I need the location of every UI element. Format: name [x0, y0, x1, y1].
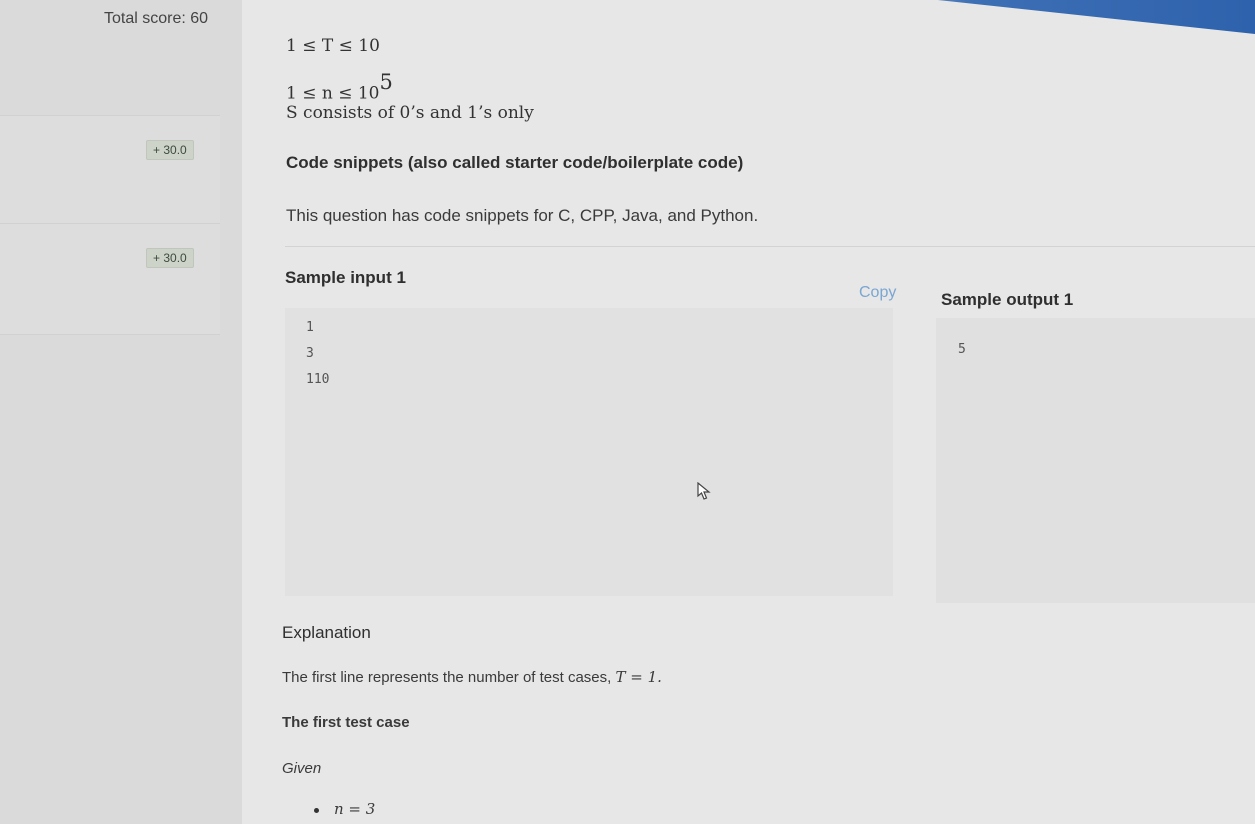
score-badge-2: + 30.0 [146, 248, 194, 268]
snippets-heading: Code snippets (also called starter code/… [286, 153, 744, 172]
mouse-cursor-icon [697, 481, 711, 505]
constraint-n: 1 ≤ n ≤ 105 [286, 70, 393, 104]
section-divider [285, 246, 1255, 247]
total-score: Total score: 60 [104, 10, 209, 27]
snippets-text: This question has code snippets for C, C… [286, 206, 759, 225]
sample-input-line: 110 [306, 372, 330, 387]
sample-input-title: Sample input 1 [285, 268, 406, 287]
first-test-case-heading: The first test case [282, 714, 410, 731]
score-badge-1: + 30.0 [146, 140, 194, 160]
explanation-heading: Explanation [282, 623, 371, 642]
given-label: Given [282, 760, 322, 777]
sample-input-line: 1 [306, 320, 314, 335]
sample-output-box[interactable] [936, 318, 1255, 603]
explanation-first-line-text: The first line represents the number of … [282, 669, 612, 686]
explanation-first-line: The first line represents the number of … [282, 668, 662, 686]
sample-output-line: 5 [958, 342, 966, 357]
sample-input-box[interactable] [285, 308, 893, 596]
constraint-n-base: 1 ≤ n ≤ 10 [286, 83, 380, 104]
score-sidebar: Total score: 60 + 30.0 + 30.0 [0, 0, 242, 824]
given-item-n: n = 3 [334, 800, 376, 818]
explanation-first-line-math: T = 1. [615, 668, 662, 686]
sample-input-line: 3 [306, 346, 314, 361]
sample-output-title: Sample output 1 [941, 290, 1074, 309]
section-block-1[interactable] [0, 115, 220, 225]
constraint-t: 1 ≤ T ≤ 10 [286, 36, 380, 56]
copy-button[interactable]: Copy [859, 284, 896, 302]
section-block-2[interactable] [0, 223, 220, 335]
constraint-n-exponent: 5 [379, 70, 393, 94]
list-bullet [314, 808, 319, 813]
constraint-s: S consists of 0’s and 1’s only [286, 103, 534, 123]
